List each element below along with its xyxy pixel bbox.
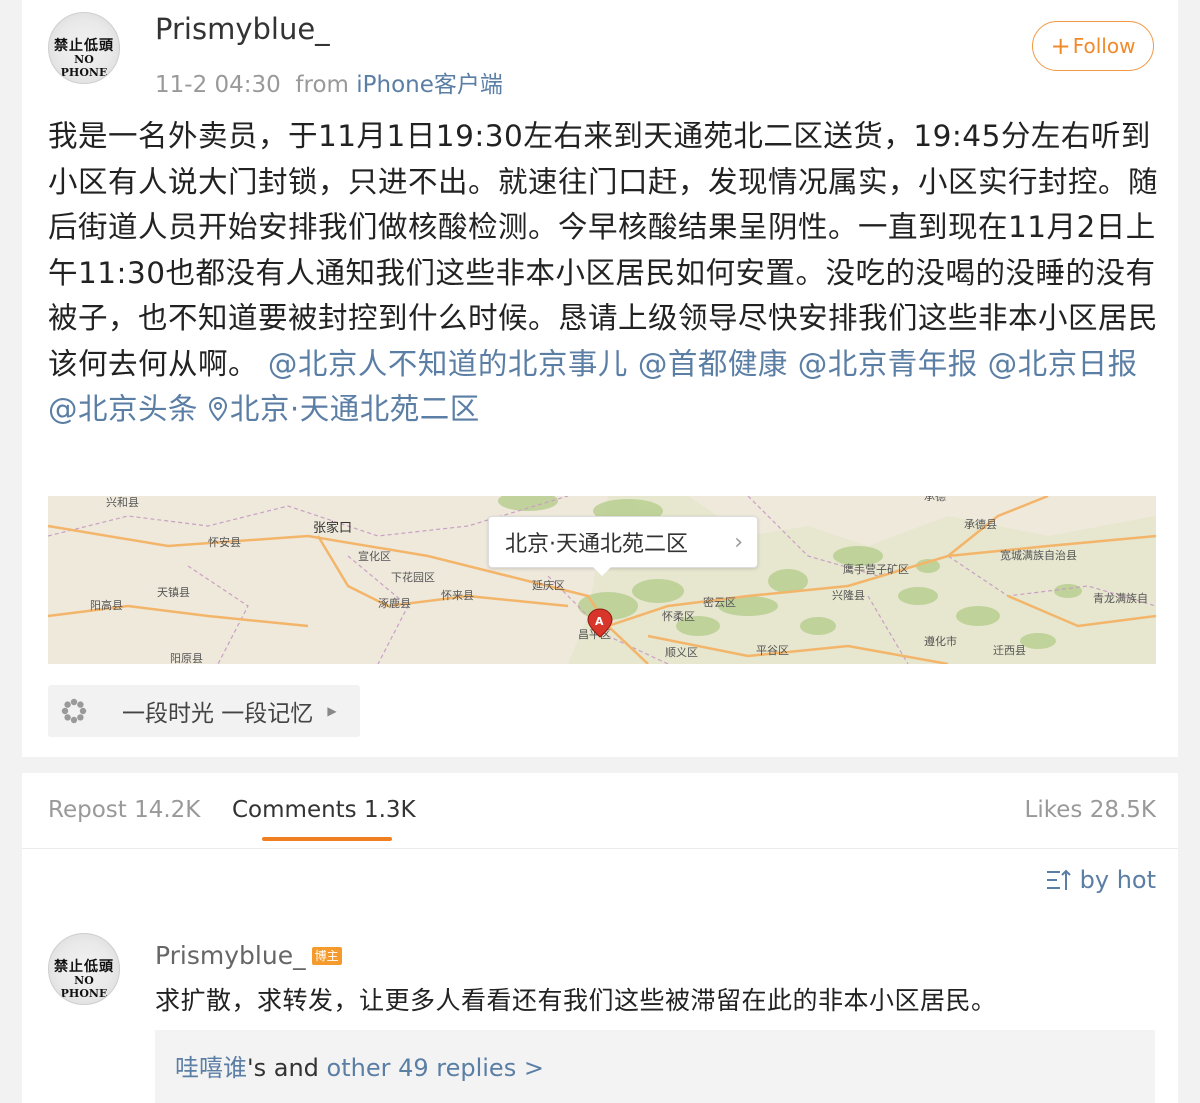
svg-text:阳高县: 阳高县: [90, 598, 123, 612]
mention-link[interactable]: @首都健康: [638, 347, 788, 381]
svg-text:密云区: 密云区: [703, 595, 736, 609]
svg-text:涿鹿县: 涿鹿县: [378, 596, 411, 610]
svg-text:宽城满族自治县: 宽城满族自治县: [1000, 548, 1077, 562]
map-label-pointer: [593, 567, 611, 576]
svg-text:承德: 承德: [924, 496, 946, 503]
comments-section: Repost 14.2K Comments 1.3K Likes 28.5K b…: [22, 773, 1178, 1103]
topic-tag[interactable]: 一段时光 一段记忆 ▶: [48, 685, 360, 737]
tab-likes[interactable]: Likes 28.5K: [1025, 797, 1156, 823]
svg-text:天镇县: 天镇县: [157, 585, 190, 599]
mention-link[interactable]: @北京人不知道的北京事儿: [268, 347, 628, 381]
sort-label: by hot: [1079, 866, 1156, 894]
svg-text:顺义区: 顺义区: [665, 646, 698, 659]
replies-preview[interactable]: 哇嘻谁's and other 49 replies >: [155, 1030, 1155, 1103]
svg-text:遵化市: 遵化市: [924, 634, 957, 648]
svg-text:A: A: [595, 615, 604, 628]
commenter-avatar[interactable]: 禁止低頭 NO PHONE: [48, 933, 120, 1005]
location-pin-icon: [208, 396, 227, 422]
post-source[interactable]: iPhone客户端: [356, 72, 503, 98]
svg-text:怀来县: 怀来县: [441, 589, 474, 602]
svg-text:怀柔区: 怀柔区: [662, 610, 695, 623]
svg-text:承德县: 承德县: [964, 517, 997, 531]
follow-label: Follow: [1072, 34, 1136, 58]
svg-text:青龙满族自: 青龙满族自: [1093, 591, 1148, 605]
author-badge: 博主: [311, 946, 342, 965]
mention-link[interactable]: @北京日报: [988, 347, 1138, 381]
comment-author-name: Prismyblue_: [155, 941, 306, 970]
pinwheel-icon: [61, 698, 87, 724]
post-time: 11-2 04:30: [155, 72, 281, 98]
svg-text:鹰手营子矿区: 鹰手营子矿区: [843, 562, 909, 576]
tab-repost[interactable]: Repost 14.2K: [48, 797, 200, 823]
tabs-divider: [22, 848, 1178, 849]
chevron-right-icon: ›: [734, 530, 743, 555]
follow-button[interactable]: + Follow: [1032, 21, 1154, 71]
svg-text:延庆区: 延庆区: [532, 578, 565, 592]
comment-author[interactable]: Prismyblue_ 博主: [155, 941, 342, 970]
author-avatar[interactable]: 禁止低頭 NO PHONE: [48, 12, 120, 84]
post-meta: 11-2 04:30 from iPhone客户端: [155, 65, 503, 99]
svg-text:兴和县: 兴和县: [106, 496, 139, 509]
topic-label: 一段时光 一段记忆: [122, 701, 314, 727]
svg-text:兴隆县: 兴隆县: [832, 588, 865, 602]
svg-text:阳原县: 阳原县: [170, 652, 203, 664]
tab-comments[interactable]: Comments 1.3K: [232, 797, 416, 823]
svg-text:迁西县: 迁西县: [993, 644, 1026, 657]
svg-text:宣化区: 宣化区: [358, 549, 391, 563]
plus-icon: +: [1050, 32, 1071, 60]
caret-right-icon: ▶: [327, 704, 337, 718]
mention-link[interactable]: @北京头条: [48, 392, 198, 426]
replies-mid-text: 's and: [247, 1054, 327, 1082]
more-replies-link[interactable]: other 49 replies >: [327, 1054, 544, 1082]
post-body-text: 我是一名外卖员，于11月1日19:30左右来到天通苑北二区送货，19:45分左右…: [48, 119, 1159, 381]
sort-button[interactable]: by hot: [1046, 866, 1156, 894]
map-label-text: 北京·天通北苑二区: [505, 532, 688, 557]
comment-text: 求扩散，求转发，让更多人看看还有我们这些被滞留在此的非本小区居民。: [155, 986, 997, 1015]
svg-text:张家口: 张家口: [313, 520, 352, 536]
avatar-text-top: 禁止低頭: [54, 38, 114, 54]
post-author-name[interactable]: Prismyblue_: [155, 12, 330, 46]
reply-user[interactable]: 哇嘻谁: [175, 1054, 247, 1082]
active-tab-indicator: [262, 837, 392, 841]
svg-text:怀安县: 怀安县: [208, 535, 241, 549]
post-body: 我是一名外卖员，于11月1日19:30左右来到天通苑北二区送货，19:45分左右…: [48, 114, 1158, 433]
svg-text:下花园区: 下花园区: [391, 571, 435, 584]
location-map[interactable]: 兴和县 张家口 怀安县 宣化区 下花园区 怀来县 延庆区 涿鹿县 阳高县 天镇县…: [48, 496, 1156, 664]
avatar-text-bottom: NO PHONE: [60, 53, 108, 79]
mention-link[interactable]: @北京青年报: [798, 347, 978, 381]
avatar-text-top: 禁止低頭: [54, 959, 114, 975]
svg-text:平谷区: 平谷区: [756, 644, 789, 657]
map-location-label[interactable]: 北京·天通北苑二区 ›: [488, 516, 758, 568]
sort-icon: [1046, 869, 1071, 890]
weibo-post-card: 禁止低頭 NO PHONE Prismyblue_ 11-2 04:30 fro…: [22, 0, 1178, 757]
avatar-text-bottom: NO PHONE: [60, 974, 108, 1000]
from-label: from: [295, 72, 349, 98]
location-text: 北京·天通北苑二区: [229, 392, 480, 426]
location-link[interactable]: 北京·天通北苑二区: [208, 392, 480, 426]
